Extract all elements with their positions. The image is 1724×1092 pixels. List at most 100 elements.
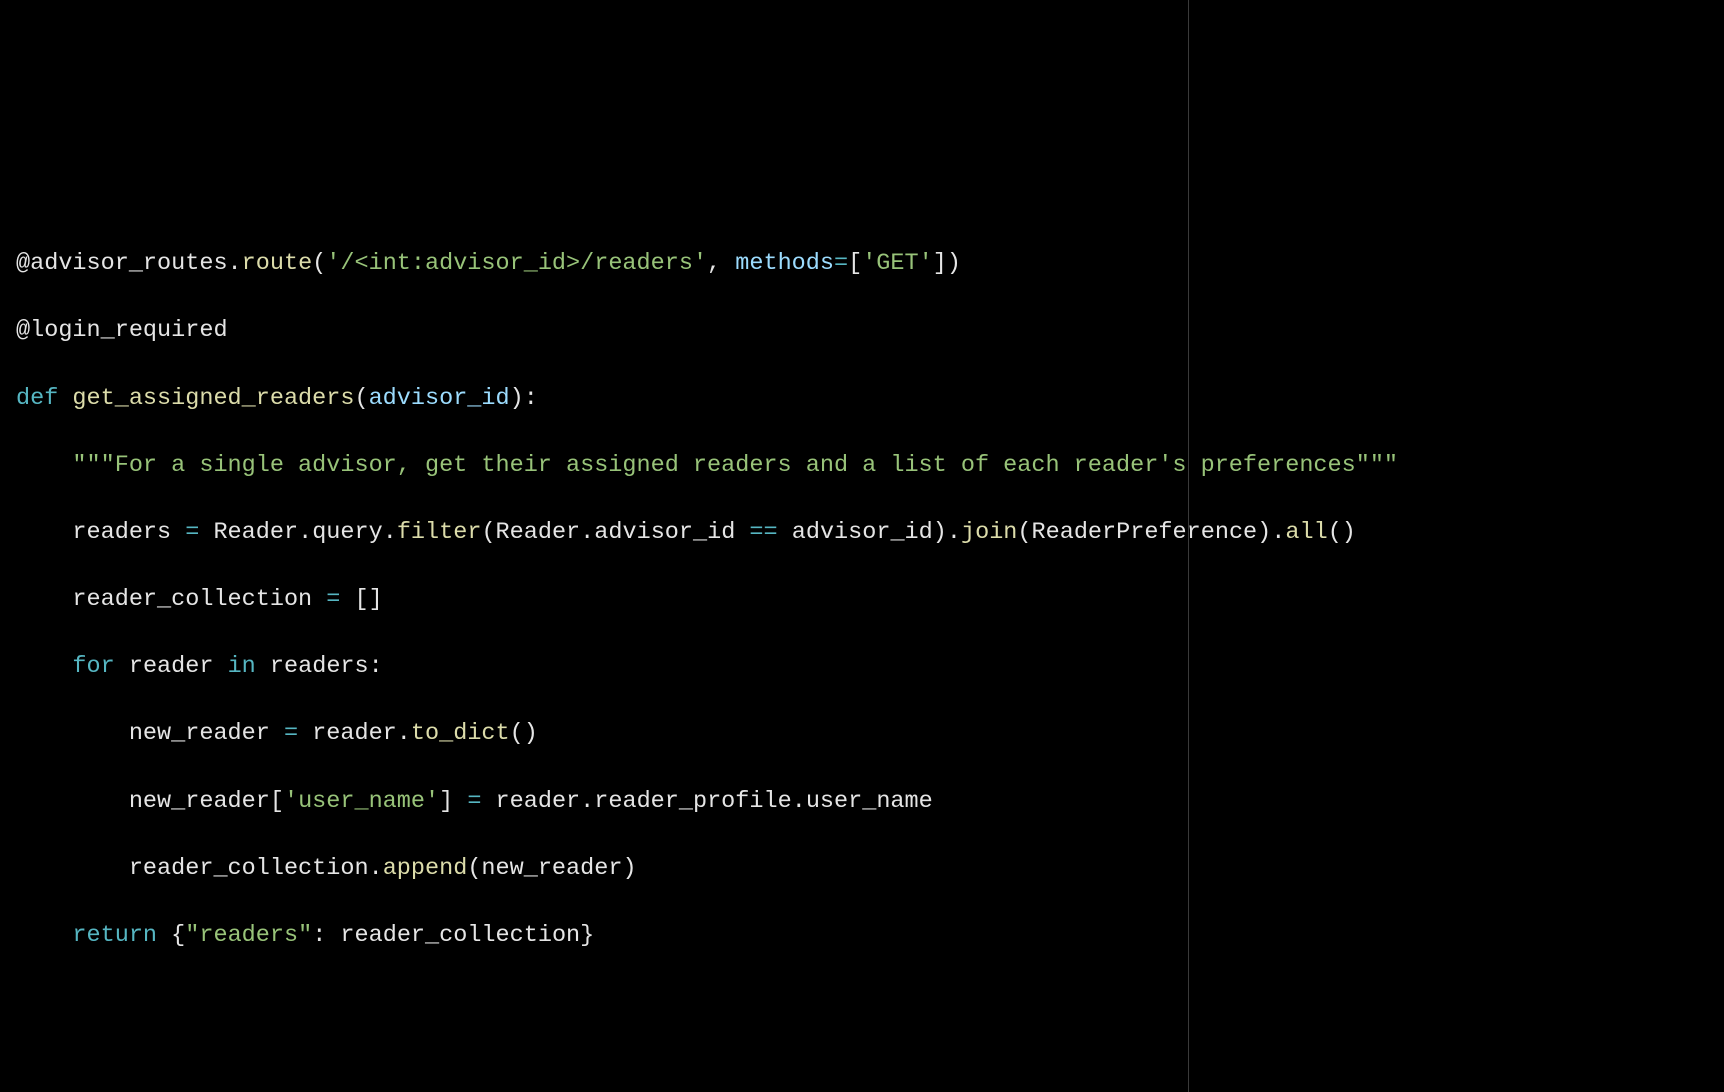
space (213, 653, 227, 680)
paren-open: ( (354, 385, 368, 412)
class-name: Reader (213, 519, 298, 546)
object: reader (312, 720, 397, 747)
paren-close: ) (933, 519, 947, 546)
code-line: for reader in readers: (16, 650, 1724, 684)
get-string: 'GET' (862, 250, 933, 277)
colon: : (312, 922, 340, 949)
value: reader_collection (340, 922, 580, 949)
filter-fn: filter (397, 519, 482, 546)
to-dict-fn: to_dict (411, 720, 510, 747)
code-line: @advisor_routes.route('/<int:advisor_id>… (16, 247, 1724, 281)
query-attr: query (312, 519, 383, 546)
space (58, 385, 72, 412)
equals: = (270, 720, 312, 747)
equals: = (834, 250, 848, 277)
brace-open: { (171, 922, 185, 949)
brace-close: } (580, 922, 594, 949)
colon: : (524, 385, 538, 412)
all-fn: all (1285, 519, 1327, 546)
return-keyword: return (72, 922, 157, 949)
indent (16, 586, 72, 613)
variable: reader_collection (72, 586, 312, 613)
attribute: user_name (806, 788, 933, 815)
parameter: advisor_id (369, 385, 510, 412)
decorator-object: advisor_routes (30, 250, 227, 277)
bracket-open: [ (270, 788, 284, 815)
indent (16, 452, 72, 479)
code-line: readers = Reader.query.filter(Reader.adv… (16, 516, 1724, 550)
dot: . (947, 519, 961, 546)
route-string: '/<int:advisor_id>/readers' (326, 250, 707, 277)
empty-list: [] (354, 586, 382, 613)
equals: = (171, 519, 213, 546)
attribute: advisor_id (594, 519, 735, 546)
indent (16, 788, 129, 815)
attribute: reader_profile (594, 788, 791, 815)
class-name: ReaderPreference (1032, 519, 1258, 546)
methods-keyword: methods (735, 250, 834, 277)
append-fn: append (383, 855, 468, 882)
space (256, 653, 270, 680)
space (115, 653, 129, 680)
decorator-name: login_required (30, 317, 227, 344)
code-editor-content[interactable]: @advisor_routes.route('/<int:advisor_id>… (16, 214, 1724, 987)
indent (16, 653, 72, 680)
class-name: Reader (496, 519, 581, 546)
in-keyword: in (228, 653, 256, 680)
function-name: get_assigned_readers (72, 385, 354, 412)
variable: new_reader (129, 720, 270, 747)
paren-close: ) (622, 855, 636, 882)
code-line: reader_collection = [] (16, 583, 1724, 617)
variable: readers (72, 519, 171, 546)
equals: = (453, 788, 495, 815)
docstring: """For a single advisor, get their assig… (72, 452, 1398, 479)
variable: new_reader (129, 788, 270, 815)
dot: . (397, 720, 411, 747)
dot: . (369, 855, 383, 882)
paren-close: ) (1342, 519, 1356, 546)
bracket-close: ] (439, 788, 453, 815)
bracket-close: ] (933, 250, 947, 277)
equals: = (312, 586, 354, 613)
paren-open: ( (312, 250, 326, 277)
for-keyword: for (72, 653, 114, 680)
paren-open: ( (1017, 519, 1031, 546)
colon: : (369, 653, 383, 680)
code-line: """For a single advisor, get their assig… (16, 449, 1724, 483)
paren-open: ( (467, 855, 481, 882)
dot: . (580, 788, 594, 815)
paren-close: ) (510, 385, 524, 412)
indent (16, 720, 129, 747)
code-line: @login_required (16, 314, 1724, 348)
code-line: new_reader['user_name'] = reader.reader_… (16, 785, 1724, 819)
indent (16, 922, 72, 949)
paren-close: ) (1257, 519, 1271, 546)
argument: new_reader (481, 855, 622, 882)
loop-variable: reader (129, 653, 214, 680)
join-fn: join (961, 519, 1017, 546)
dot: . (580, 519, 594, 546)
route-function: route (242, 250, 313, 277)
parens: () (510, 720, 538, 747)
space (157, 922, 171, 949)
dot: . (298, 519, 312, 546)
object: reader (496, 788, 581, 815)
code-line: return {"readers": reader_collection} (16, 919, 1724, 953)
def-keyword: def (16, 385, 58, 412)
indent (16, 855, 129, 882)
dot: . (1271, 519, 1285, 546)
paren-open: ( (481, 519, 495, 546)
parameter-ref: advisor_id (792, 519, 933, 546)
dot: . (792, 788, 806, 815)
indent (16, 519, 72, 546)
equals-equals: == (735, 519, 791, 546)
dict-key: 'user_name' (284, 788, 439, 815)
decorator-at: @ (16, 250, 30, 277)
code-line: new_reader = reader.to_dict() (16, 717, 1724, 751)
paren-close: ) (947, 250, 961, 277)
dot: . (228, 250, 242, 277)
object: reader_collection (129, 855, 369, 882)
bracket-open: [ (848, 250, 862, 277)
iterable: readers (270, 653, 369, 680)
code-line: def get_assigned_readers(advisor_id): (16, 382, 1724, 416)
